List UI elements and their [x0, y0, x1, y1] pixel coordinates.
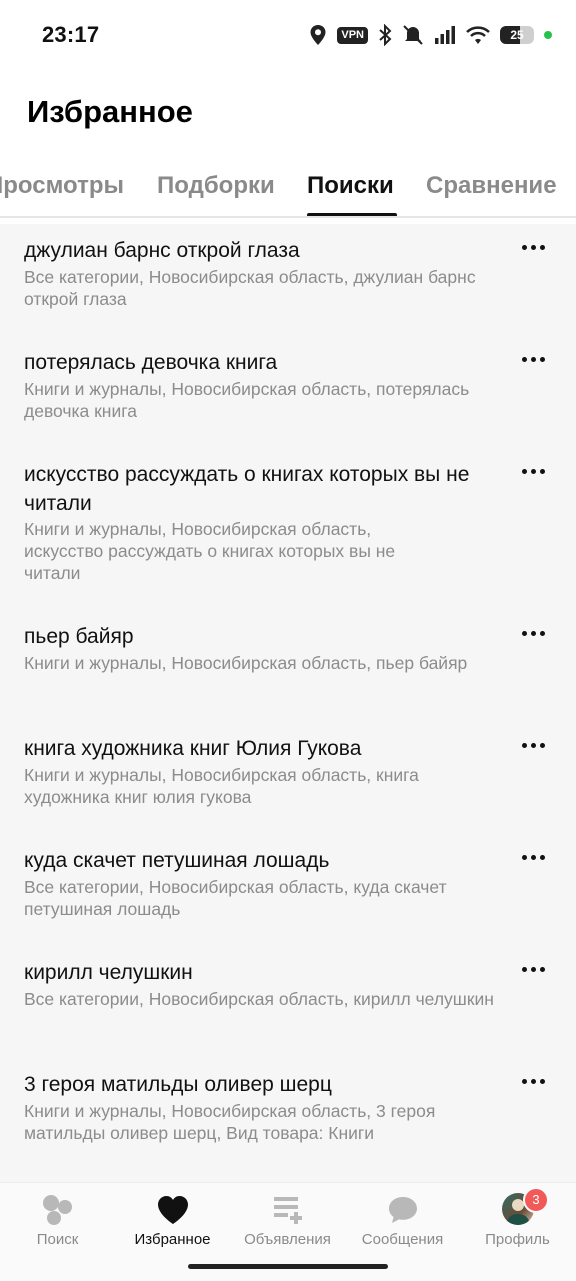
nav-search[interactable]: Поиск [0, 1183, 115, 1263]
page-title: Избранное [27, 94, 193, 129]
nav-profile[interactable]: 3 Профиль [460, 1183, 575, 1263]
more-options-button[interactable] [516, 459, 550, 483]
search-title: кирилл челушкин [24, 961, 193, 984]
status-bar: 23:17 VPN 25 [0, 0, 576, 70]
nav-label: Поиск [36, 1231, 79, 1248]
bluetooth-icon [379, 24, 392, 46]
battery-icon: 25 [500, 26, 534, 44]
search-subtitle: Книги и журналы, Новосибирская область, … [24, 1101, 436, 1143]
tab-collections[interactable]: Подборки [157, 172, 275, 200]
list-item[interactable]: потерялась девочка книга Книги и журналы… [0, 336, 576, 448]
tab-comparison[interactable]: Сравнение [426, 172, 557, 200]
nav-label: Сообщения [361, 1231, 444, 1248]
privacy-indicator-dot [544, 31, 552, 39]
list-item[interactable]: пьер байяр Книги и журналы, Новосибирска… [0, 610, 576, 722]
tab-bar: Просмотры Подборки Поиски Сравнение [0, 160, 576, 218]
nav-label: Объявления [244, 1231, 331, 1248]
search-title: потерялась девочка книга [24, 351, 278, 374]
search-title: джулиан барнс открой глаза [24, 239, 300, 262]
more-options-button[interactable] [516, 957, 550, 981]
search-bubbles-icon [42, 1195, 72, 1225]
search-subtitle: Все категории, Новосибирская область, дж… [24, 267, 476, 309]
tabs-divider [0, 216, 576, 218]
nav-favorites[interactable]: Избранное [115, 1183, 230, 1263]
list-item[interactable]: искусство рассуждать о книгах которых вы… [0, 448, 576, 610]
list-item[interactable]: кирилл челушкин Все категории, Новосибир… [0, 946, 576, 1058]
search-subtitle: Книги и журналы, Новосибирская область, … [24, 379, 470, 421]
tab-views[interactable]: Просмотры [0, 172, 124, 200]
nav-label: Избранное [134, 1231, 211, 1248]
more-options-button[interactable] [516, 1069, 550, 1093]
nav-messages[interactable]: Сообщения [345, 1183, 460, 1263]
location-icon [310, 25, 326, 45]
search-subtitle: Книги и журналы, Новосибирская область, … [24, 653, 468, 673]
search-title: искусство рассуждать о книгах которых вы… [24, 463, 470, 515]
listings-add-icon [273, 1197, 302, 1224]
signal-icon [435, 26, 455, 44]
vpn-icon: VPN [337, 26, 368, 44]
search-subtitle: Все категории, Новосибирская область, ку… [24, 877, 447, 919]
list-item[interactable]: книга художника книг Юлия Гукова Книги и… [0, 722, 576, 834]
search-subtitle: Книги и журналы, Новосибирская область, … [24, 519, 396, 583]
wifi-icon [466, 26, 490, 44]
heart-icon [157, 1196, 188, 1224]
list-item[interactable]: джулиан барнс открой глаза Все категории… [0, 224, 576, 336]
status-icons: VPN 25 [309, 22, 552, 48]
nav-label: Профиль [485, 1231, 550, 1248]
more-options-button[interactable] [516, 845, 550, 869]
status-time: 23:17 [42, 22, 100, 47]
more-options-button[interactable] [516, 733, 550, 757]
saved-searches-list: джулиан барнс открой глаза Все категории… [0, 224, 576, 1182]
more-options-button[interactable] [516, 621, 550, 645]
chat-icon [388, 1197, 417, 1223]
battery-level: 25 [510, 28, 524, 42]
mute-icon [403, 25, 423, 45]
more-options-button[interactable] [516, 235, 550, 259]
search-title: пьер байяр [24, 625, 134, 648]
list-item[interactable]: 3 героя матильды оливер шерц Книги и жур… [0, 1058, 576, 1182]
notification-badge: 3 [523, 1187, 549, 1213]
list-item[interactable]: куда скачет петушиная лошадь Все категор… [0, 834, 576, 946]
search-title: 3 героя матильды оливер шерц [24, 1073, 332, 1096]
search-title: книга художника книг Юлия Гукова [24, 737, 362, 760]
tab-searches[interactable]: Поиски [307, 172, 394, 200]
search-title: куда скачет петушиная лошадь [24, 849, 330, 872]
nav-listings[interactable]: Объявления [230, 1183, 345, 1263]
more-options-button[interactable] [516, 347, 550, 371]
home-indicator[interactable] [188, 1264, 388, 1269]
search-subtitle: Все категории, Новосибирская область, ки… [24, 989, 494, 1009]
search-subtitle: Книги и журналы, Новосибирская область, … [24, 765, 419, 807]
